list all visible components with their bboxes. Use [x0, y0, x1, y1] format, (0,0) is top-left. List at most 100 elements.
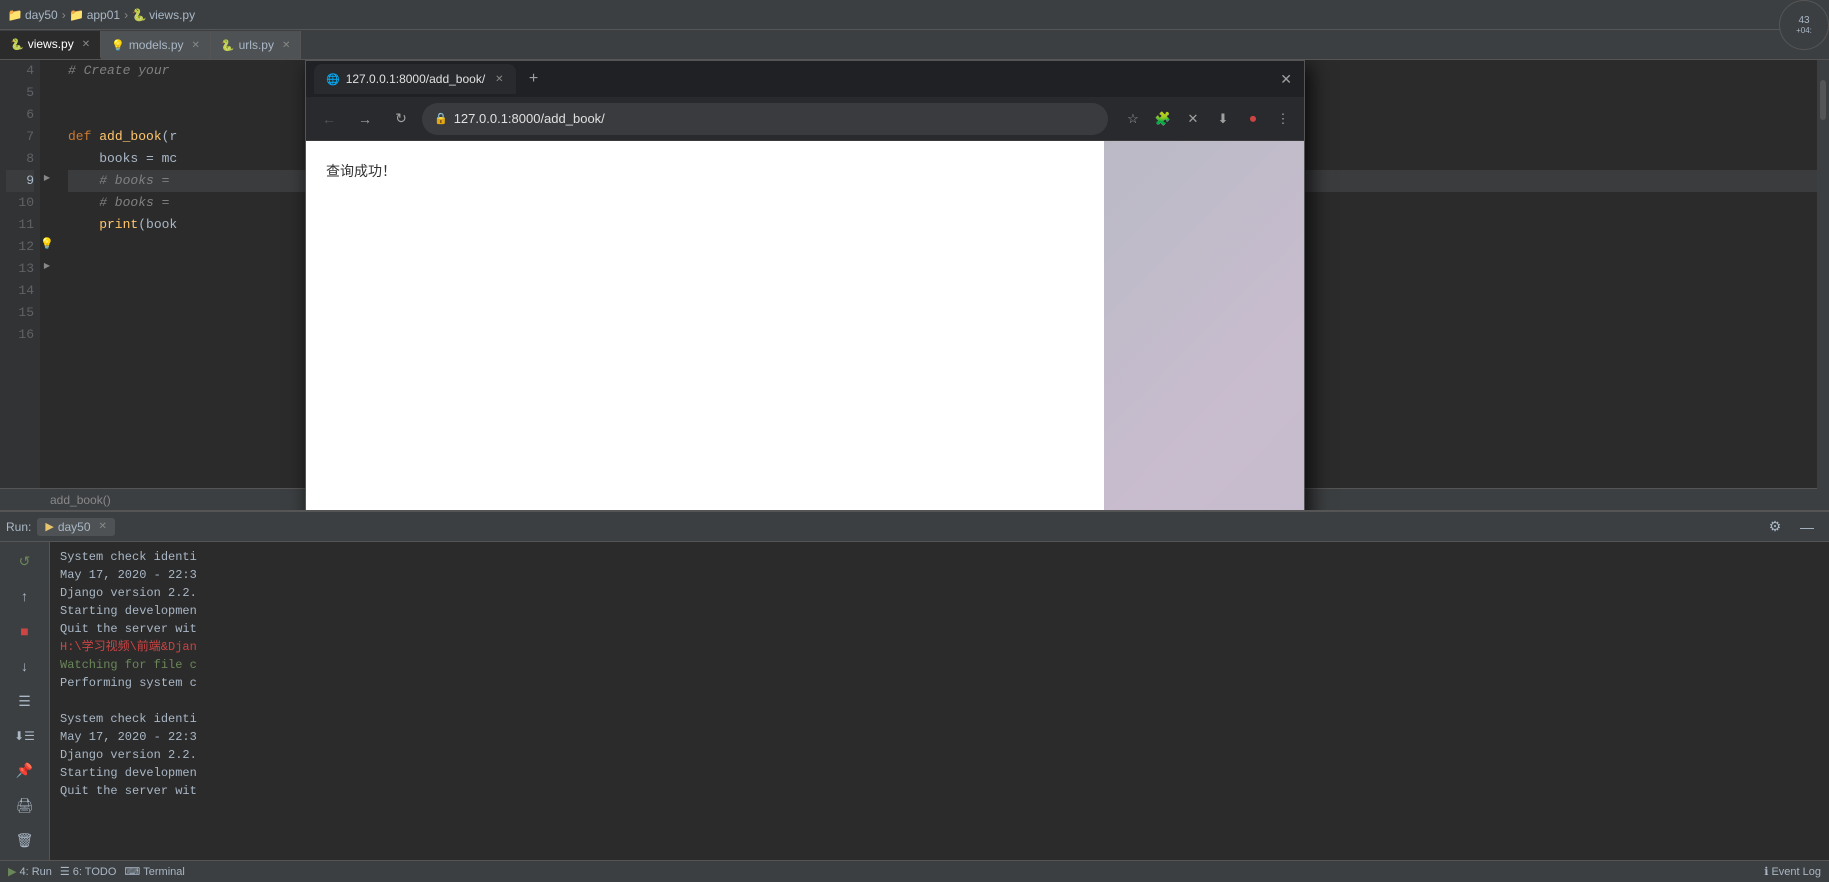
tab-models-py[interactable]: 💡 models.py ✕	[101, 31, 211, 59]
tab-views-py[interactable]: 🐍 views.py ✕	[0, 31, 101, 59]
fold-icon-7[interactable]: ▶	[40, 170, 54, 184]
terminal-status-item[interactable]: ⌨ Terminal	[124, 865, 184, 878]
stop-btn[interactable]: ■	[11, 618, 39, 645]
scroll-down-btn[interactable]: ↓	[11, 653, 39, 680]
python-file-icon: 🐍	[132, 8, 146, 22]
forward-button[interactable]: →	[350, 104, 380, 134]
line-num-8: 8	[6, 148, 34, 170]
browser-tab-active[interactable]: 🌐 127.0.0.1:8000/add_book/ ✕	[314, 64, 516, 94]
address-bar[interactable]: 🔒 127.0.0.1:8000/add_book/	[422, 103, 1108, 135]
terminal-label: Terminal	[143, 866, 185, 878]
bottom-panel: Run: ▶ day50 ✕ ⚙ — ↺ ↑ ■ ↓ ☰ ⬇☰ 📌	[0, 510, 1829, 860]
event-log-icon: ℹ	[1764, 865, 1768, 878]
folder-icon-2: 📁	[70, 8, 84, 22]
corner-clock: 43 +04:	[1779, 0, 1829, 50]
line-num-4: 4	[6, 60, 34, 82]
status-bar: ▶ 4: Run ☰ 6: TODO ⌨ Terminal ℹ Event Lo…	[0, 860, 1829, 882]
run-session-icon: ▶	[45, 520, 53, 533]
tab-close-views[interactable]: ✕	[82, 39, 90, 50]
todo-status-item[interactable]: ☰ 6: TODO	[60, 865, 116, 878]
tab-urls-py[interactable]: 🐍 urls.py ✕	[211, 31, 301, 59]
browser-actions: ☆ 🧩 ✕ ⬇ ⏺ ⋮	[1120, 106, 1296, 132]
bottom-console-area: ↺ ↑ ■ ↓ ☰ ⬇☰ 📌 🖨 🗑 System check identi M…	[0, 542, 1829, 860]
console-line-11: May 17, 2020 - 22:3	[60, 728, 1819, 746]
print-btn[interactable]: 🖨	[11, 792, 39, 819]
tab-label-urls: urls.py	[239, 38, 274, 52]
browser-new-tab-btn[interactable]: +	[520, 65, 548, 93]
breadcrumb-viewspy-label: views.py	[149, 8, 195, 22]
browser-tab-close[interactable]: ✕	[495, 74, 503, 85]
line-num-9: 9	[6, 170, 34, 192]
tab-icon-models: 💡	[111, 39, 125, 52]
fold-icon-10[interactable]: ▶	[40, 258, 54, 272]
tab-icon-views: 🐍	[10, 38, 24, 51]
settings-gear-btn[interactable]: ⚙	[1761, 513, 1789, 541]
console-line-12: Django version 2.2.	[60, 746, 1819, 764]
terminal-icon: ⌨	[124, 865, 140, 878]
folder-icon: 📁	[8, 8, 22, 22]
status-right: ℹ Event Log	[1764, 865, 1821, 878]
console-line-4: Starting developmen	[60, 602, 1819, 620]
scroll-to-end-btn[interactable]: ⬇☰	[11, 722, 39, 749]
delete-btn[interactable]: 🗑	[11, 827, 39, 854]
address-url: 127.0.0.1:8000/add_book/	[454, 111, 605, 126]
breadcrumb-day50[interactable]: 📁 day50	[8, 8, 58, 22]
clock-time: 43	[1798, 15, 1809, 26]
tab-close-urls[interactable]: ✕	[282, 40, 290, 51]
status-left: ▶ 4: Run ☰ 6: TODO ⌨ Terminal	[8, 865, 185, 878]
scrollbar-thumb[interactable]	[1820, 80, 1826, 120]
bottom-tabs-bar: Run: ▶ day50 ✕ ⚙ —	[0, 512, 1829, 542]
breadcrumb-viewspy[interactable]: 🐍 views.py	[132, 8, 195, 22]
breadcrumb-app01[interactable]: 📁 app01	[70, 8, 120, 22]
pin-btn[interactable]: 📌	[11, 757, 39, 784]
line-num-16: 16	[6, 324, 34, 346]
console-line-7: Watching for file c	[60, 656, 1819, 674]
line-num-7: 7	[6, 126, 34, 148]
line-num-12: 12	[6, 236, 34, 258]
fold-triangle-icon: ▶	[44, 173, 50, 182]
todo-label: 6: TODO	[73, 866, 117, 878]
console-line-9	[60, 692, 1819, 710]
line-num-14: 14	[6, 280, 34, 302]
line-num-5: 5	[6, 82, 34, 104]
editor-scrollbar[interactable]	[1817, 60, 1829, 510]
ide-wrapper: 📁 day50 › 📁 app01 › 🐍 views.py 🐍 views.p…	[0, 0, 1829, 882]
record-btn[interactable]: ⏺	[1240, 106, 1266, 132]
tab-label-models: models.py	[129, 38, 184, 52]
breadcrumb-app01-label: app01	[87, 8, 120, 22]
browser-close-btn2[interactable]: ✕	[1180, 106, 1206, 132]
run-session-tab[interactable]: ▶ day50 ✕	[37, 518, 115, 536]
run-toolbar: ↺ ↑ ■ ↓ ☰ ⬇☰ 📌 🖨 🗑	[0, 542, 50, 860]
downloads-btn[interactable]: ⬇	[1210, 106, 1236, 132]
format-btn[interactable]: ☰	[11, 688, 39, 715]
run-session-close-btn[interactable]: ✕	[99, 521, 107, 532]
console-line-13: Starting developmen	[60, 764, 1819, 782]
minimize-panel-btn[interactable]: —	[1793, 513, 1821, 541]
bookmark-btn[interactable]: ☆	[1120, 106, 1146, 132]
success-message: 查询成功！	[326, 161, 1284, 181]
breadcrumb-sep-1: ›	[62, 8, 66, 22]
todo-icon: ☰	[60, 865, 70, 878]
run-status-item[interactable]: ▶ 4: Run	[8, 865, 52, 878]
console-line-10: System check identi	[60, 710, 1819, 728]
browser-tab-favicon: 🌐	[326, 73, 340, 86]
back-button[interactable]: ←	[314, 104, 344, 134]
tab-close-models[interactable]: ✕	[192, 40, 200, 51]
bulb-icon-9[interactable]: 💡	[40, 236, 54, 250]
browser-tab-bar: 🌐 127.0.0.1:8000/add_book/ ✕ + ✕	[306, 61, 1304, 97]
line-num-6: 6	[6, 104, 34, 126]
fold-triangle-icon-2: ▶	[44, 261, 50, 270]
extensions-btn[interactable]: 🧩	[1150, 106, 1176, 132]
event-log-item[interactable]: ℹ Event Log	[1764, 865, 1821, 878]
rerun-btn[interactable]: ↺	[11, 548, 39, 575]
browser-window[interactable]: 🌐 127.0.0.1:8000/add_book/ ✕ + ✕ ← → ↻ 🔒…	[305, 60, 1305, 510]
console-line-8: Performing system c	[60, 674, 1819, 692]
browser-bg-decoration	[1104, 141, 1304, 510]
console-line-2: May 17, 2020 - 22:3	[60, 566, 1819, 584]
line-num-11: 11	[6, 214, 34, 236]
line-numbers: 4 5 6 7 8 9 10 11 12 13 14 15 16	[0, 60, 40, 510]
browser-window-close-btn[interactable]: ✕	[1276, 67, 1296, 92]
scroll-up-btn[interactable]: ↑	[11, 583, 39, 610]
menu-btn[interactable]: ⋮	[1270, 106, 1296, 132]
reload-button[interactable]: ↻	[386, 104, 416, 134]
